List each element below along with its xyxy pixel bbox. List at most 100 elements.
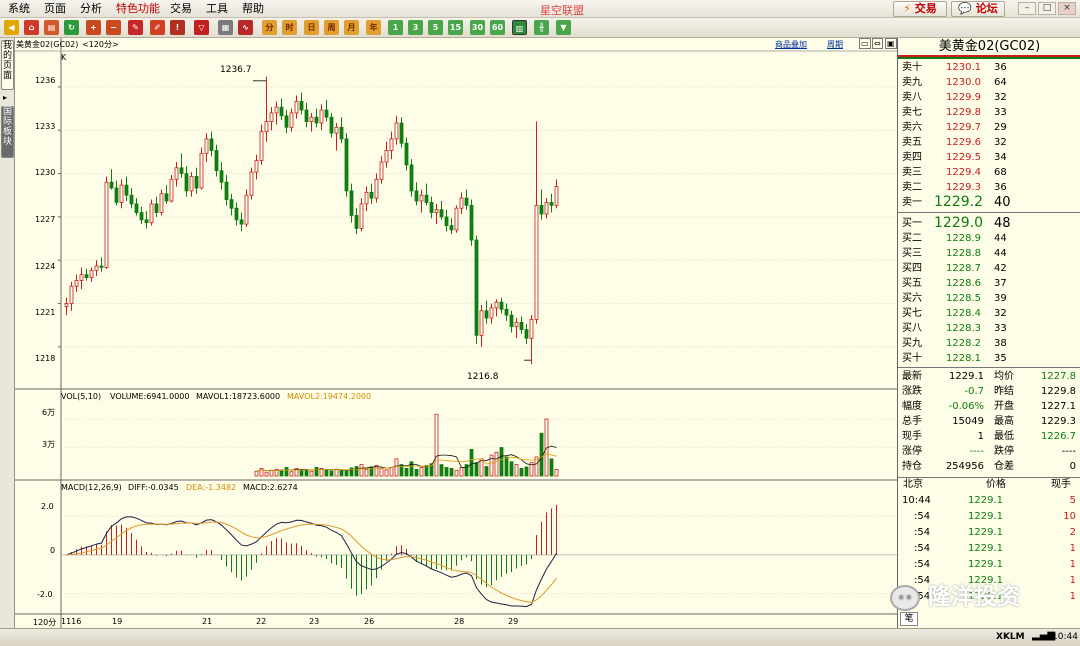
refresh-icon[interactable]: ↻ (64, 20, 79, 35)
candle-body (484, 310, 489, 319)
x-label-29: 29 (508, 617, 519, 626)
indicator-icon[interactable]: ∿ (238, 20, 253, 35)
volume-bar (389, 467, 394, 477)
menu-bar: 系统 页面 分析 特色功能 交易 工具 帮助 星空联盟 ⚡ 交易 💬 论坛 – … (0, 0, 1080, 18)
menu-help[interactable]: 帮助 (242, 2, 264, 16)
alert-icon[interactable]: ! (170, 20, 185, 35)
candle-body (389, 138, 394, 151)
menu-tools[interactable]: 工具 (206, 2, 228, 16)
bid-row: 买一 1229.0 48 (898, 216, 1080, 232)
volume-bar (394, 458, 399, 477)
draw-pen-icon[interactable]: ✎ (128, 20, 143, 35)
restore-icon[interactable]: ▣ (885, 38, 897, 49)
ask-volume: 32 (994, 137, 1007, 148)
period-minute-button[interactable]: 分 (262, 20, 277, 35)
close-button[interactable]: × (1058, 2, 1076, 15)
ask-row: 卖八 1229.9 32 (898, 90, 1080, 105)
y-tick-1236: 1236 (35, 76, 56, 85)
period-30min-button[interactable]: 30 (470, 20, 485, 35)
volume-bar (539, 432, 544, 477)
tick-row: 10:44 1229.1 5 (898, 493, 1080, 508)
candle-body (539, 204, 544, 215)
ask-volume: 64 (994, 77, 1007, 88)
maximize-button[interactable]: □ (1038, 2, 1056, 15)
candlestick-chart-icon[interactable]: ▥ (512, 20, 527, 35)
volume-bar (519, 467, 524, 477)
ask-price: 1230.0 (946, 77, 981, 88)
menu-special[interactable]: 特色功能 (116, 2, 160, 16)
stat-label: 最高 (994, 416, 1014, 427)
stat-value: 1 (977, 431, 984, 442)
ask-row: 卖九 1230.0 64 (898, 75, 1080, 90)
draw-tool-icon[interactable]: ✐ (150, 20, 165, 35)
period-year-button[interactable]: 年 (366, 20, 381, 35)
candle-body (324, 109, 329, 118)
stat-label: 最新 (902, 371, 922, 382)
bid-row: 买十 1228.1 35 (898, 351, 1080, 366)
stat-value: 1229.3 (1041, 416, 1076, 427)
vol-legend-mavol2: MAVOL2:19474.2000 (287, 392, 372, 401)
period-1min-button[interactable]: 1 (388, 20, 403, 35)
overlay-link[interactable]: 商品叠加 (775, 39, 807, 50)
header-divider (898, 57, 1080, 59)
ask-label: 卖六 (902, 122, 922, 133)
period-timeshare-button[interactable]: 时 (282, 20, 297, 35)
vol-legend-volume: VOLUME:6941.0000 (110, 392, 190, 401)
trade-button[interactable]: ⚡ 交易 (893, 1, 947, 17)
candle-body (439, 209, 444, 218)
minimize-button[interactable]: – (1018, 2, 1036, 15)
candle-body (329, 116, 334, 134)
x-label-21: 21 (202, 617, 213, 626)
volume-bar (354, 466, 359, 477)
menu-trade[interactable]: 交易 (170, 2, 192, 16)
stat-value: 254956 (945, 461, 984, 472)
candle-body (69, 285, 74, 304)
quote-list-icon[interactable]: ▤ (44, 20, 59, 35)
candle-body (534, 204, 539, 320)
period-15min-button[interactable]: 15 (448, 20, 463, 35)
caret-right-icon[interactable]: ▸ (3, 93, 7, 102)
tab-ticks[interactable]: 笔 (900, 612, 918, 626)
filter-icon[interactable]: ▽ (194, 20, 209, 35)
macd-tick-minus2: -2.0 (37, 590, 53, 599)
menu-system[interactable]: 系统 (8, 2, 30, 16)
tick-volume: 2 (1069, 527, 1076, 538)
candle-body (259, 131, 264, 161)
zoom-out-icon[interactable]: − (106, 20, 121, 35)
sidebar-tab-international[interactable]: 国际板块 (1, 106, 14, 158)
candle-body (309, 116, 314, 122)
period-link[interactable]: 周期 (827, 39, 843, 50)
volume-bar (549, 458, 554, 477)
expand-icon[interactable]: ⇔ (872, 38, 883, 49)
candle-body (129, 194, 134, 205)
period-60min-button[interactable]: 60 (490, 20, 505, 35)
period-day-button[interactable]: 日 (304, 20, 319, 35)
period-3min-button[interactable]: 3 (408, 20, 423, 35)
forum-button[interactable]: 💬 论坛 (951, 1, 1005, 17)
layout-icon[interactable]: ▭ (859, 38, 871, 49)
period-5min-button[interactable]: 5 (428, 20, 443, 35)
vol-legend-name: VOL(5,10) (61, 392, 102, 401)
bid-row: 买九 1228.2 38 (898, 336, 1080, 351)
stat-row: 幅度 -0.06% 开盘 1227.1 (898, 399, 1080, 414)
home-icon[interactable]: ⌂ (24, 20, 39, 35)
menu-page[interactable]: 页面 (44, 2, 66, 16)
period-week-button[interactable]: 周 (324, 20, 339, 35)
back-arrow-icon[interactable]: ◀ (4, 20, 19, 35)
volume-bar (314, 467, 319, 477)
download-icon[interactable]: ▼ (556, 20, 571, 35)
candle-body (469, 204, 474, 241)
grid-icon[interactable]: ▦ (218, 20, 233, 35)
candle-body (64, 303, 69, 307)
tick-price: 1229.1 (968, 495, 1003, 506)
volume-bar (434, 413, 439, 477)
stat-value: -0.7 (964, 386, 984, 397)
volume-bar (374, 465, 379, 477)
trade-button-label: 交易 (914, 2, 937, 15)
volume-bar (304, 469, 309, 477)
sidebar-tab-my-page[interactable]: 我的页面 (1, 40, 14, 90)
bar-chart-icon[interactable]: ╫ (534, 20, 549, 35)
menu-analysis[interactable]: 分析 (80, 2, 102, 16)
zoom-in-icon[interactable]: + (86, 20, 101, 35)
period-month-button[interactable]: 月 (344, 20, 359, 35)
